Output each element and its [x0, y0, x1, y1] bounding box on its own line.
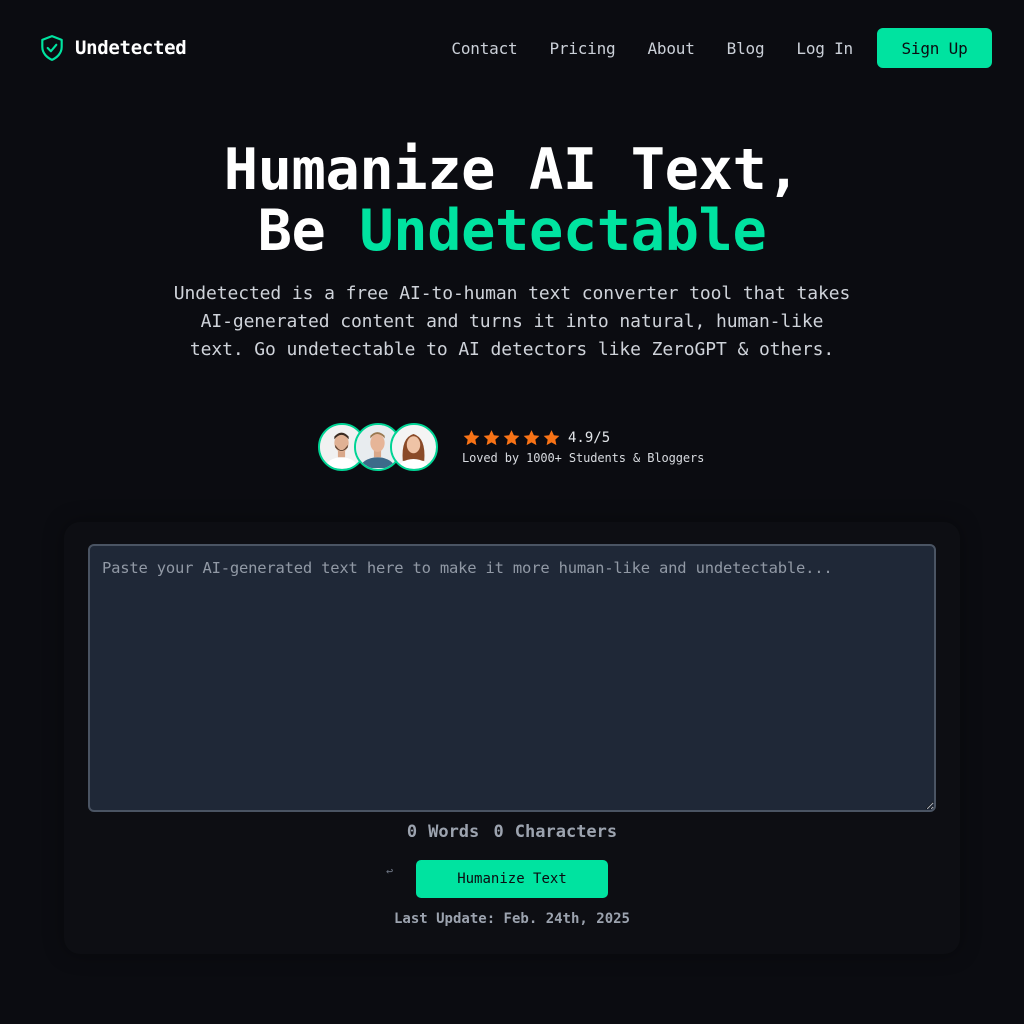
- brand-name: Undetected: [75, 37, 187, 59]
- brand-logo-link[interactable]: Undetected: [39, 34, 187, 62]
- avatar-woman: [390, 423, 438, 471]
- nav-link-about[interactable]: About: [647, 39, 694, 58]
- star-icon: [463, 430, 480, 446]
- humanize-button[interactable]: Humanize Text: [416, 860, 608, 898]
- star-icon: [503, 430, 520, 446]
- avatar-group: [318, 423, 450, 471]
- rating-score: 4.9/5: [568, 430, 611, 446]
- word-count: 0: [406, 822, 418, 842]
- signup-button[interactable]: Sign Up: [877, 28, 992, 68]
- ai-text-input[interactable]: [88, 544, 936, 812]
- rating-block: 4.9/5 Loved by 1000+ Students & Bloggers: [462, 429, 704, 465]
- chars-label: Characters: [514, 822, 618, 842]
- hero-subtitle: Undetected is a free AI-to-human text co…: [173, 283, 851, 360]
- nav-link-blog[interactable]: Blog: [727, 39, 765, 58]
- star-icon: [523, 430, 540, 446]
- undo-icon[interactable]: ↩: [386, 864, 393, 878]
- nav-link-pricing[interactable]: Pricing: [549, 39, 615, 58]
- stars-row: 4.9/5: [462, 429, 704, 447]
- nav-link-login[interactable]: Log In: [796, 39, 853, 58]
- last-update-text: Last Update: Feb. 24th, 2025: [393, 911, 630, 927]
- words-label: Words: [428, 822, 480, 842]
- char-count: 0: [493, 822, 504, 842]
- text-counts: 0 Words 0 Characters: [0, 822, 1024, 842]
- loved-by-text: Loved by 1000+ Students & Bloggers: [462, 451, 705, 465]
- star-icon: [483, 430, 500, 446]
- hero-title: Humanize AI Text, Be Undetectable: [0, 140, 1024, 262]
- shield-check-icon: [41, 35, 63, 61]
- hero-title-line1: Humanize AI Text,: [223, 137, 801, 203]
- hero-title-prefix: Be: [257, 198, 360, 264]
- nav-links: Contact Pricing About Blog Log In Sign U…: [451, 28, 992, 68]
- social-proof: 4.9/5 Loved by 1000+ Students & Bloggers: [318, 423, 704, 471]
- nav-link-contact[interactable]: Contact: [451, 39, 517, 58]
- hero-title-accent: Undetectable: [359, 198, 767, 264]
- top-navbar: Undetected Contact Pricing About Blog Lo…: [0, 0, 1024, 96]
- star-icon: [543, 430, 560, 446]
